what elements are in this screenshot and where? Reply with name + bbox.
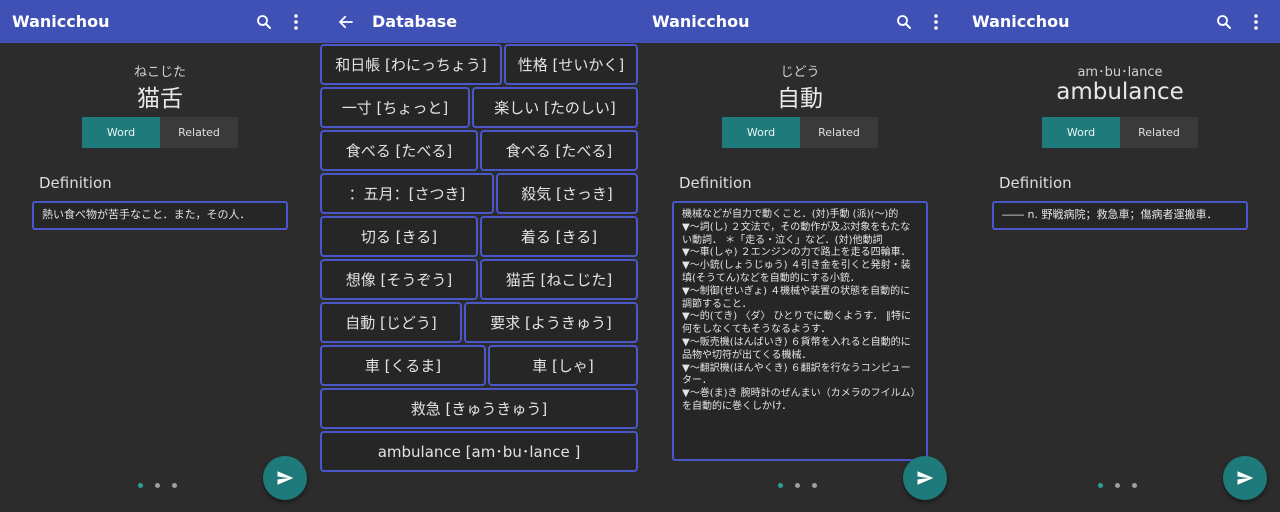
word-reading: じどう	[780, 65, 820, 80]
database-row: 和日帳 [わにっちょう] 性格 [せいかく]	[320, 43, 640, 86]
page-dot-active	[1098, 483, 1103, 488]
send-button[interactable]	[263, 456, 307, 500]
app-bar: Wanicchou	[0, 0, 320, 43]
search-icon[interactable]	[890, 8, 918, 36]
more-vert-icon[interactable]	[282, 8, 310, 36]
tab-word[interactable]: Word	[722, 117, 800, 148]
screen-word-nekojita: Wanicchou ねこじた 猫舌 Word Related Definitio…	[0, 0, 320, 512]
database-entry[interactable]: 猫舌 [ねこじた]	[480, 259, 638, 300]
definition-label: Definition	[679, 174, 752, 192]
arrow-back-icon[interactable]	[332, 8, 360, 36]
word-title: ambulance	[1056, 79, 1184, 105]
send-icon	[917, 471, 934, 485]
send-icon	[1237, 471, 1254, 485]
page-dot	[812, 483, 817, 488]
database-row: 救急 [きゅうきゅう]	[320, 387, 640, 430]
database-entry[interactable]: 着る [きる]	[480, 216, 638, 257]
database-entry[interactable]: 自動 [じどう]	[320, 302, 462, 343]
page-dot	[172, 483, 177, 488]
definition-box: 機械などが自力で動くこと．(対)手動 (派)(〜)的 ▼〜詞(し) ２文法で，そ…	[672, 201, 928, 461]
database-row: ：五月：[さつき] 殺気 [さっき]	[320, 172, 640, 215]
database-entry[interactable]: 食べる [たべる]	[480, 130, 638, 171]
app-title: Wanicchou	[12, 12, 110, 31]
definition-label: Definition	[39, 174, 112, 192]
send-button[interactable]	[1223, 456, 1267, 500]
database-entry[interactable]: 楽しい [たのしい]	[472, 87, 638, 128]
word-tabs: Word Related	[640, 117, 960, 148]
database-row: ambulance [am･bu･lance ]	[320, 430, 640, 473]
word-tabs: Word Related	[0, 117, 320, 148]
screen-word-ambulance: Wanicchou am･bu･lance ambulance Word Rel…	[960, 0, 1280, 512]
page-dot	[1132, 483, 1137, 488]
app-title: Wanicchou	[972, 12, 1070, 31]
database-entry[interactable]: ambulance [am･bu･lance ]	[320, 431, 638, 472]
app-bar: Wanicchou	[640, 0, 960, 43]
definition-box: ―― n. 野戦病院；救急車；傷病者運搬車．	[992, 201, 1248, 230]
word-tabs: Word Related	[960, 117, 1280, 148]
more-vert-icon[interactable]	[1242, 8, 1270, 36]
tab-word[interactable]: Word	[82, 117, 160, 148]
database-entry[interactable]: 救急 [きゅうきゅう]	[320, 388, 638, 429]
database-entry[interactable]: ：五月：[さつき]	[320, 173, 494, 214]
database-row: 食べる [たべる] 食べる [たべる]	[320, 129, 640, 172]
database-row: 切る [きる] 着る [きる]	[320, 215, 640, 258]
database-entry[interactable]: 想像 [そうぞう]	[320, 259, 478, 300]
app-bar: Wanicchou	[960, 0, 1280, 43]
tab-related[interactable]: Related	[160, 117, 238, 148]
app-title: Wanicchou	[652, 12, 750, 31]
database-row: 想像 [そうぞう] 猫舌 [ねこじた]	[320, 258, 640, 301]
search-icon[interactable]	[1210, 8, 1238, 36]
word-reading: ねこじた	[133, 65, 186, 80]
page-dot-active	[138, 483, 143, 488]
database-row: 自動 [じどう] 要求 [ようきゅう]	[320, 301, 640, 344]
more-vert-icon[interactable]	[922, 8, 950, 36]
word-title: 猫舌	[137, 86, 183, 112]
database-list: 和日帳 [わにっちょう] 性格 [せいかく] 一寸 [ちょっと] 楽しい [たのしい]…	[320, 43, 640, 473]
definition-box: 熱い食べ物が苦手なこと．また，その人．	[32, 201, 288, 230]
definition-label: Definition	[999, 174, 1072, 192]
database-entry[interactable]: 殺気 [さっき]	[496, 173, 638, 214]
tab-related[interactable]: Related	[1120, 117, 1198, 148]
database-entry[interactable]: 車 [くるま]	[320, 345, 486, 386]
word-reading: am･bu･lance	[1077, 65, 1163, 80]
page-dot-active	[778, 483, 783, 488]
database-entry[interactable]: 食べる [たべる]	[320, 130, 478, 171]
database-entry[interactable]: 一寸 [ちょっと]	[320, 87, 470, 128]
screen-title: Database	[372, 12, 458, 31]
send-button[interactable]	[903, 456, 947, 500]
database-entry[interactable]: 性格 [せいかく]	[504, 44, 638, 85]
tab-word[interactable]: Word	[1042, 117, 1120, 148]
screen-word-jidou: Wanicchou じどう 自動 Word Related Definition…	[640, 0, 960, 512]
database-row: 車 [くるま] 車 [しゃ]	[320, 344, 640, 387]
app-bar: Database	[320, 0, 640, 43]
page-dot	[1115, 483, 1120, 488]
page-dot	[795, 483, 800, 488]
send-icon	[277, 471, 294, 485]
database-entry[interactable]: 切る [きる]	[320, 216, 478, 257]
database-entry[interactable]: 要求 [ようきゅう]	[464, 302, 638, 343]
tab-related[interactable]: Related	[800, 117, 878, 148]
database-row: 一寸 [ちょっと] 楽しい [たのしい]	[320, 86, 640, 129]
page-dot	[155, 483, 160, 488]
database-entry[interactable]: 和日帳 [わにっちょう]	[320, 44, 502, 85]
word-title: 自動	[777, 86, 823, 112]
database-entry[interactable]: 車 [しゃ]	[488, 345, 638, 386]
search-icon[interactable]	[250, 8, 278, 36]
